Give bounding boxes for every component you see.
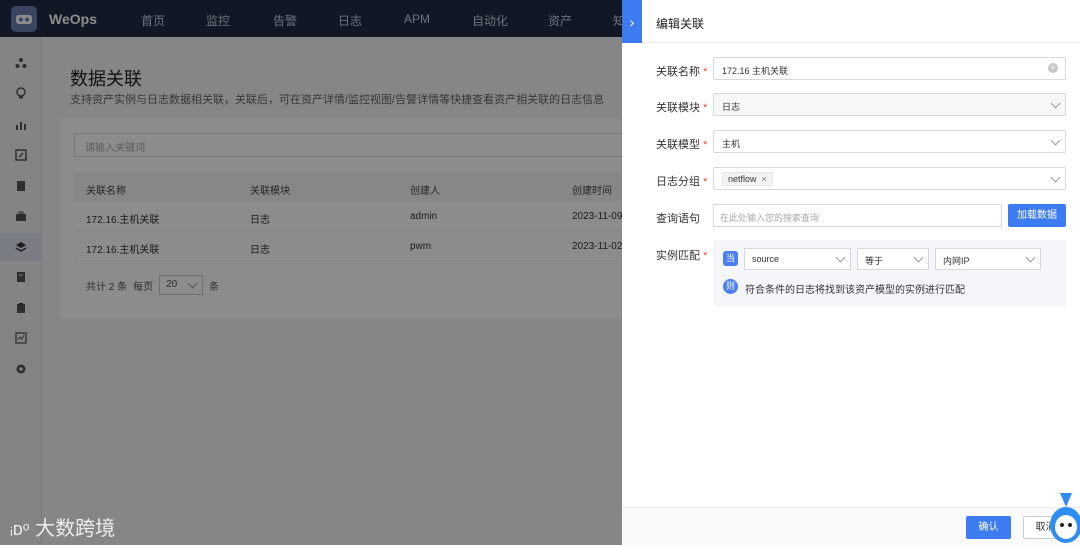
chevron-right-icon[interactable]: ›	[622, 0, 642, 43]
module-value: 日志	[722, 102, 741, 112]
clear-icon[interactable]: ×	[1048, 63, 1058, 73]
label-module: 关联模块 *	[656, 102, 708, 114]
load-data-button[interactable]: 加载数据	[1008, 204, 1066, 227]
match-description: 符合条件的日志将找到该资产模型的实例进行匹配	[745, 285, 965, 296]
target-field-value: 内网IP	[943, 256, 970, 266]
label-name: 关联名称 *	[656, 66, 708, 78]
module-select[interactable]: 日志	[713, 93, 1066, 116]
model-value: 主机	[722, 139, 741, 149]
chevron-down-icon	[1025, 252, 1036, 263]
chevron-down-icon	[1050, 98, 1061, 109]
source-field-value: source	[752, 254, 780, 264]
label-log-group: 日志分组 *	[656, 176, 708, 188]
label-match: 实例匹配 *	[656, 250, 708, 262]
label-model: 关联模型 *	[656, 139, 708, 151]
log-group-tag[interactable]: netflow ×	[722, 172, 773, 186]
chevron-down-icon	[835, 252, 846, 263]
source-field-select[interactable]: source	[744, 248, 851, 270]
operator-value: 等于	[865, 256, 884, 266]
confirm-button[interactable]: 确认	[966, 516, 1011, 539]
edit-drawer: › 编辑关联 关联名称 * 172.16 主机关联 × 关联模块 * 日志 关联模型…	[622, 0, 1080, 545]
chevron-down-icon	[913, 252, 924, 263]
target-field-select[interactable]: 内网IP	[935, 248, 1041, 270]
modal-mask[interactable]	[0, 0, 622, 545]
operator-select[interactable]: 等于	[857, 248, 929, 270]
query-input[interactable]: 在此处输入您的搜索查询	[713, 204, 1002, 227]
name-input[interactable]: 172.16 主机关联 ×	[713, 57, 1066, 80]
assistant-mascot-icon[interactable]	[1042, 487, 1080, 545]
name-value: 172.16 主机关联	[722, 66, 789, 76]
watermark-logo-icon: ᵢᴅᵒ	[10, 519, 30, 539]
drawer-title: 编辑关联	[656, 17, 705, 31]
chevron-down-icon	[1050, 135, 1061, 146]
drawer-footer: 确认 取消	[622, 507, 1080, 545]
instance-match-panel: 当 source 等于 内网IP 则 符合条件的日志将找到该资产模型的实例进行匹…	[713, 240, 1066, 306]
then-badge: 则	[723, 279, 738, 294]
when-badge: 当	[723, 251, 738, 266]
watermark: ᵢᴅᵒ 大数跨境	[10, 512, 115, 541]
chevron-down-icon	[1050, 172, 1061, 183]
watermark-text: 大数跨境	[35, 518, 116, 540]
log-group-select[interactable]: netflow ×	[713, 167, 1066, 190]
label-query: 查询语句	[656, 213, 700, 225]
drawer-header: › 编辑关联	[622, 0, 1080, 43]
model-select[interactable]: 主机	[713, 130, 1066, 153]
tag-close-icon[interactable]: ×	[762, 174, 767, 184]
